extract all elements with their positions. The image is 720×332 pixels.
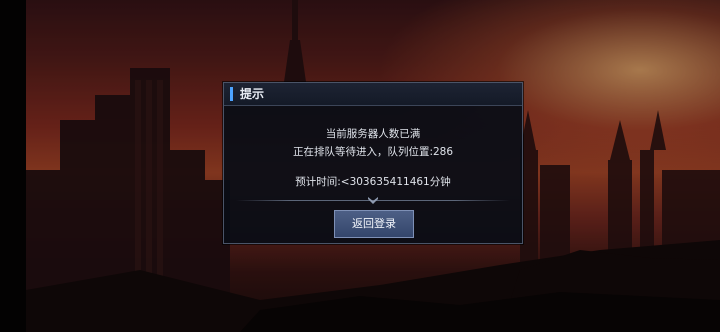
game-screen: 提示 当前服务器人数已满 正在排队等待进入，队列位置:286 预计时间:<303… xyxy=(0,0,720,332)
header-accent-bar xyxy=(230,87,233,101)
dialog-header: 提示 xyxy=(224,83,522,106)
queue-notice-dialog: 提示 当前服务器人数已满 正在排队等待进入，队列位置:286 预计时间:<303… xyxy=(223,82,523,244)
queue-position-message: 正在排队等待进入，队列位置:286 xyxy=(292,146,454,158)
estimated-time-message: 预计时间:<303635411461分钟 xyxy=(295,176,451,188)
dialog-title: 提示 xyxy=(240,87,265,101)
chevron-down-icon xyxy=(368,197,378,204)
return-to-login-button[interactable]: 返回登录 xyxy=(334,210,414,238)
server-full-message: 当前服务器人数已满 xyxy=(325,128,421,140)
